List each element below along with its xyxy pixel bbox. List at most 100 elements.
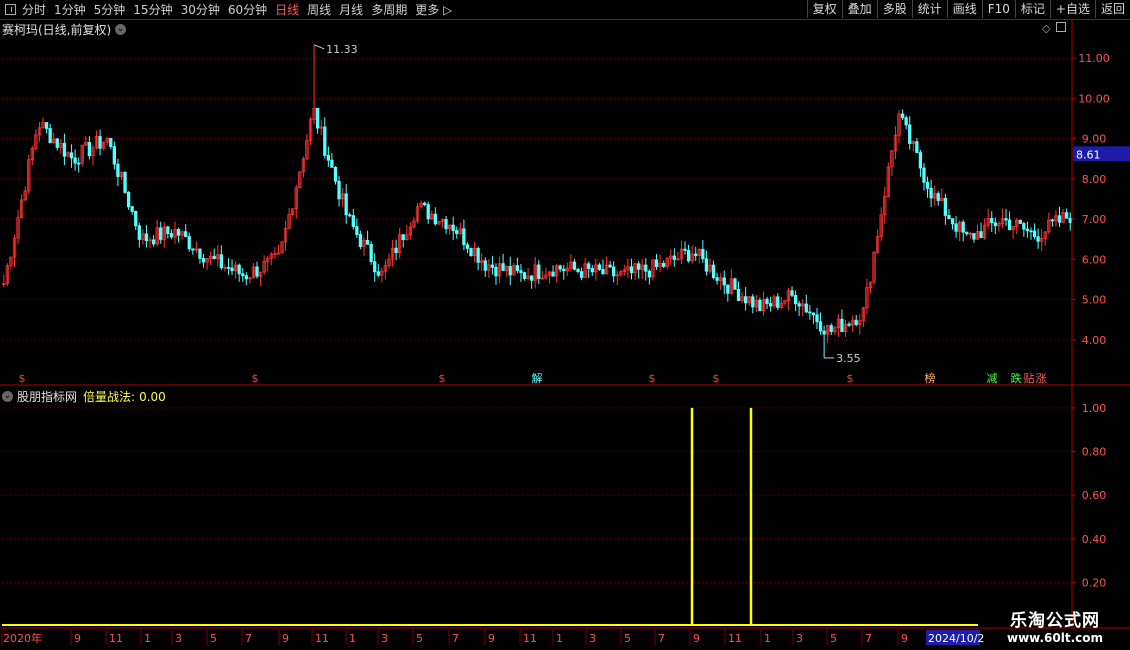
price-tick-label: 8.00	[1082, 173, 1107, 186]
period-tab[interactable]: 15分钟	[133, 1, 172, 18]
toolbar-button[interactable]: 标记	[1014, 0, 1050, 18]
toolbar-button[interactable]: 复权	[806, 0, 842, 18]
period-tab[interactable]: 60分钟	[228, 1, 267, 18]
period-tab[interactable]: 1分钟	[54, 1, 86, 18]
candle-body	[915, 141, 919, 153]
candle-body	[73, 157, 77, 164]
candle-body	[358, 234, 363, 248]
candle-body	[715, 277, 719, 281]
candle-body	[537, 264, 541, 279]
candle-body	[126, 192, 131, 208]
candle-body	[694, 253, 698, 256]
candle-body	[116, 163, 120, 177]
candle-body	[376, 271, 380, 276]
toolbar-button[interactable]: +自选	[1049, 0, 1095, 18]
period-tab[interactable]: 周线	[307, 1, 331, 18]
candle-body	[601, 269, 605, 275]
time-label: 3	[175, 632, 182, 645]
candle-body	[726, 284, 730, 294]
candle-body	[811, 312, 816, 316]
candle-body	[576, 268, 580, 272]
candle-body	[936, 193, 940, 202]
toolbar-button[interactable]: 叠加	[841, 0, 877, 18]
candle-body	[929, 187, 933, 199]
indicator-tick-label: 0.80	[1082, 446, 1107, 459]
candle-body	[1004, 218, 1008, 221]
candle-body	[993, 222, 997, 227]
candle-body	[394, 247, 398, 254]
time-label: 9	[488, 632, 495, 645]
candle-body	[323, 126, 327, 156]
candle-body	[918, 152, 923, 169]
price-tick-label: 9.00	[1082, 133, 1107, 146]
candle-body	[758, 299, 762, 312]
diamond-icon[interactable]: ◇	[1042, 22, 1050, 35]
toolbar-button[interactable]: 画线	[946, 0, 982, 18]
candle-body	[790, 290, 794, 296]
candle-body	[69, 152, 74, 159]
time-label: 1	[556, 632, 563, 645]
event-marker: $	[252, 372, 259, 385]
period-tab[interactable]: 月线	[339, 1, 363, 18]
candle-body	[444, 218, 448, 230]
candle-body	[508, 266, 512, 276]
chevron-down-icon[interactable]: ⌄	[115, 24, 127, 35]
candle-body	[62, 142, 67, 157]
high-label: 11.33	[326, 43, 358, 56]
toolbar-button[interactable]: 统计	[911, 0, 947, 18]
event-marker: $	[439, 372, 446, 385]
tool-buttons: 复权 叠加 多股 统计 画线 F10 标记 +自选 返回	[806, 0, 1130, 19]
period-tab[interactable]: 5分钟	[94, 1, 126, 18]
period-tab[interactable]: 多周期	[371, 1, 407, 18]
event-marker: 涨	[1036, 372, 1047, 385]
toolbar-button[interactable]: 返回	[1094, 0, 1130, 18]
candle-body	[519, 270, 523, 274]
layout-icon[interactable]	[5, 4, 16, 15]
candle-body	[109, 137, 113, 148]
candle-body	[237, 264, 241, 275]
candle-body	[1068, 217, 1072, 223]
candle-body	[683, 248, 687, 251]
chevron-down-icon[interactable]: ⌄	[2, 391, 13, 402]
candle-body	[587, 263, 591, 269]
candle-body	[1050, 219, 1055, 222]
candle-body	[654, 259, 659, 268]
candle-body	[241, 273, 245, 277]
candle-body	[191, 248, 195, 251]
candle-body	[201, 257, 206, 263]
candle-body	[159, 227, 163, 240]
period-tab[interactable]: 分时	[22, 1, 46, 18]
candle-body	[87, 142, 92, 157]
candle-body	[219, 254, 223, 269]
candle-body	[176, 229, 181, 236]
candle-body	[961, 221, 965, 233]
signal-bars	[2, 407, 978, 626]
candle-body	[226, 266, 231, 269]
period-tab[interactable]: 30分钟	[181, 1, 220, 18]
toolbar-button[interactable]: 多股	[876, 0, 912, 18]
candle-body	[244, 275, 248, 280]
event-marker: $	[847, 372, 854, 385]
time-label: 5	[830, 632, 837, 645]
period-tabs: 分时 1分钟 5分钟 15分钟 30分钟 60分钟 日线 周线 月线 多周期 更多 ▷	[0, 0, 460, 19]
period-tab[interactable]: 日线	[275, 1, 299, 18]
candle-body	[979, 231, 983, 239]
indicator-name[interactable]: 股朋指标网	[17, 388, 77, 405]
candle-body	[847, 323, 851, 326]
main-panel-title: 赛柯玛(日线,前复权) ⌄	[2, 21, 127, 38]
toolbar-button[interactable]: F10	[981, 0, 1015, 18]
time-label: 11	[728, 632, 742, 645]
candle-body	[476, 248, 480, 263]
candle-body	[558, 265, 562, 270]
time-label: 2020年	[3, 631, 42, 645]
candle-body	[854, 319, 858, 325]
candle-body	[184, 231, 188, 237]
candle-body	[686, 250, 691, 262]
event-marker: 减	[987, 372, 998, 385]
indicator-tick-label: 0.40	[1082, 533, 1107, 546]
candle-body	[612, 266, 616, 277]
candle-body	[316, 107, 320, 129]
panel-toggle-icon[interactable]	[1056, 22, 1067, 32]
candle-body	[137, 225, 141, 240]
period-tab[interactable]: 更多 ▷	[415, 1, 452, 18]
